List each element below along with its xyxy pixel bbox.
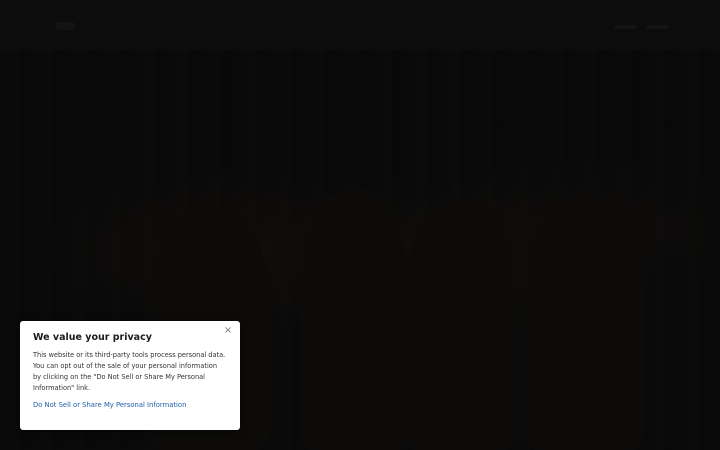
do-not-sell-link[interactable]: Do Not Sell or Share My Personal Informa… <box>33 401 227 409</box>
privacy-banner: × We value your privacy This website or … <box>20 321 240 430</box>
page: × We value your privacy This website or … <box>0 0 720 450</box>
privacy-banner-title: We value your privacy <box>33 332 152 343</box>
privacy-banner-text: This website or its third-party tools pr… <box>33 351 226 392</box>
close-icon[interactable]: × <box>223 326 233 336</box>
